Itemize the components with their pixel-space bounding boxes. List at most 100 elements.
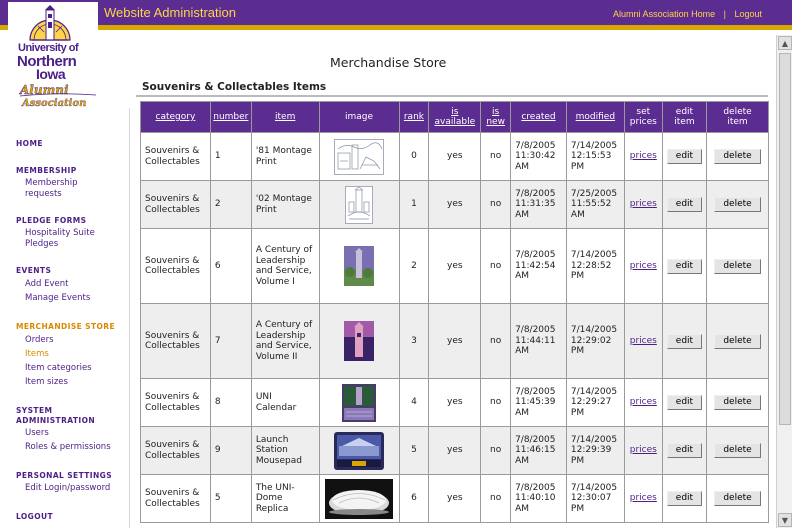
col-header-number[interactable]: number	[209, 101, 252, 133]
cell-rank: 1	[398, 180, 430, 229]
edit-button[interactable]: edit	[666, 395, 703, 410]
set-prices-link[interactable]: prices	[630, 397, 657, 407]
delete-button[interactable]: delete	[714, 149, 761, 164]
set-prices-link[interactable]: prices	[630, 445, 657, 455]
col-header-modified[interactable]: modified	[565, 101, 625, 133]
scrollbar-thumb[interactable]	[779, 53, 791, 425]
col-header-set-prices: set prices	[623, 101, 663, 133]
cell-set-prices: prices	[623, 426, 663, 475]
items-table: category number item image rank is availa…	[140, 101, 769, 523]
cell-item: The UNI-Dome Replica	[250, 474, 320, 523]
cell-is-new: no	[480, 180, 512, 229]
cell-is-new: no	[480, 303, 512, 379]
delete-button[interactable]: delete	[714, 333, 761, 349]
sort-created-link[interactable]: created	[521, 112, 555, 122]
cell-is-available: yes	[428, 228, 482, 304]
cell-created: 7/8/2005 11:40:10 AM	[510, 474, 567, 523]
delete-button[interactable]: delete	[714, 491, 761, 506]
nav-item-items[interactable]: Items	[25, 349, 49, 360]
col-header-item[interactable]: item	[250, 101, 320, 133]
cell-category: Souvenirs & Collectables	[140, 474, 211, 523]
delete-button[interactable]: delete	[714, 258, 761, 274]
cell-modified: 7/25/2005 11:55:52 AM	[565, 180, 625, 229]
nav-item-item-categories[interactable]: Item categories	[25, 363, 92, 374]
cell-edit: edit	[661, 303, 708, 379]
cell-delete: delete	[706, 474, 769, 523]
col-header-is-available[interactable]: is available	[428, 101, 482, 133]
edit-button[interactable]: edit	[666, 443, 703, 458]
book-cover-thumbnail	[344, 321, 375, 361]
sort-is-new-link[interactable]: is new	[486, 107, 505, 127]
table-row: Souvenirs & Collectables 7 A Century of …	[140, 303, 769, 379]
nav-item-add-event[interactable]: Add Event	[25, 279, 69, 290]
nav-item-pledges[interactable]: Pledges	[25, 239, 58, 250]
edit-button[interactable]: edit	[666, 491, 703, 506]
cell-item: A Century of Leadership and Service, Vol…	[250, 303, 320, 379]
uni-alumni-logo[interactable]: University of Northern Iowa Alumni Assoc…	[8, 2, 98, 108]
cell-delete: delete	[706, 228, 769, 304]
delete-button[interactable]: delete	[714, 395, 761, 410]
cell-is-new: no	[480, 474, 512, 523]
nav-personal-settings[interactable]: PERSONAL SETTINGS	[16, 471, 112, 481]
site-title: Website Administration	[104, 5, 236, 20]
nav-item-manage-events[interactable]: Manage Events	[25, 293, 90, 304]
col-header-is-new[interactable]: is new	[480, 101, 512, 133]
nav-item-item-sizes[interactable]: Item sizes	[25, 377, 68, 388]
col-header-created[interactable]: created	[510, 101, 567, 133]
table-row: Souvenirs & Collectables 8 UNI Calendar …	[140, 378, 769, 427]
sort-is-available-link[interactable]: is available	[434, 107, 475, 127]
col-header-category[interactable]: category	[140, 101, 211, 133]
nav-membership[interactable]: MEMBERSHIP	[16, 166, 77, 176]
set-prices-link[interactable]: prices	[630, 493, 657, 503]
set-prices-link[interactable]: prices	[630, 151, 657, 161]
cell-edit: edit	[661, 426, 708, 475]
campanile-seal-icon	[29, 5, 71, 41]
scroll-down-arrow-icon[interactable]: ▼	[778, 513, 792, 527]
nav-administration[interactable]: ADMINISTRATION	[16, 416, 95, 426]
nav-item-roles-permissions[interactable]: Roles & permissions	[25, 442, 111, 453]
edit-button[interactable]: edit	[666, 333, 703, 349]
set-prices-link[interactable]: prices	[630, 336, 657, 346]
sort-item-link[interactable]: item	[275, 112, 295, 122]
sort-modified-link[interactable]: modified	[576, 112, 615, 122]
nav-item-users[interactable]: Users	[25, 428, 49, 439]
cell-number: 5	[209, 474, 252, 523]
nav-item-orders[interactable]: Orders	[25, 335, 54, 346]
sort-number-link[interactable]: number	[213, 112, 248, 122]
cell-rank: 0	[398, 132, 430, 181]
nav-item-edit-login[interactable]: Edit Login/password	[25, 483, 110, 494]
cell-category: Souvenirs & Collectables	[140, 426, 211, 475]
cell-modified: 7/14/2005 12:29:02 PM	[565, 303, 625, 379]
nav-item-membership-requests[interactable]: Membership	[25, 178, 78, 189]
edit-button[interactable]: edit	[666, 258, 703, 274]
cell-number: 9	[209, 426, 252, 475]
logout-link[interactable]: Logout	[734, 9, 762, 19]
set-prices-link[interactable]: prices	[630, 261, 657, 271]
set-prices-link[interactable]: prices	[630, 199, 657, 209]
nav-system[interactable]: SYSTEM	[16, 406, 52, 416]
cell-is-available: yes	[428, 378, 482, 427]
nav-merchandise-store[interactable]: MERCHANDISE STORE	[16, 322, 115, 332]
nav-item-membership-requests-2[interactable]: requests	[25, 189, 62, 200]
sort-category-link[interactable]: category	[156, 112, 196, 122]
nav-pledge-forms[interactable]: PLEDGE FORMS	[16, 216, 86, 226]
header-text: edit	[675, 107, 694, 117]
cell-set-prices: prices	[623, 132, 663, 181]
cell-is-available: yes	[428, 132, 482, 181]
vertical-scrollbar[interactable]: ▲ ▼	[776, 35, 792, 528]
cell-modified: 7/14/2005 12:28:52 PM	[565, 228, 625, 304]
sketch-print-thumbnail	[345, 185, 374, 224]
cell-edit: edit	[661, 228, 708, 304]
sort-rank-link[interactable]: rank	[404, 112, 424, 122]
scroll-up-arrow-icon[interactable]: ▲	[778, 36, 792, 50]
delete-button[interactable]: delete	[714, 197, 761, 212]
edit-button[interactable]: edit	[666, 149, 703, 164]
nav-item-hospitality-suite[interactable]: Hospitality Suite	[25, 228, 95, 239]
nav-logout[interactable]: LOGOUT	[16, 512, 53, 522]
col-header-rank[interactable]: rank	[398, 101, 430, 133]
edit-button[interactable]: edit	[666, 197, 703, 212]
nav-events[interactable]: EVENTS	[16, 266, 51, 276]
nav-home[interactable]: HOME	[16, 139, 43, 149]
delete-button[interactable]: delete	[714, 443, 761, 458]
alumni-home-link[interactable]: Alumni Association Home	[613, 9, 715, 19]
